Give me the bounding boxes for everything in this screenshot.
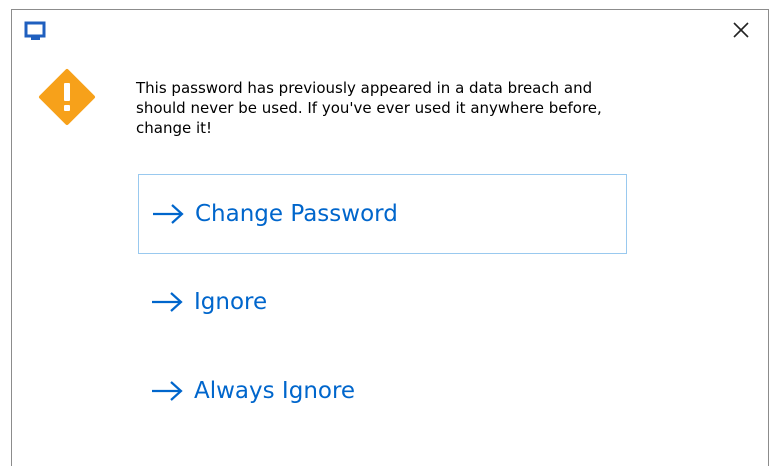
- command-label: Change Password: [195, 201, 398, 227]
- always-ignore-button[interactable]: Always Ignore: [138, 351, 627, 431]
- arrow-right-icon: [152, 381, 183, 401]
- dialog-window: This password has previously appeared in…: [11, 9, 769, 466]
- message-line: should never be used. If you've ever use…: [136, 99, 602, 117]
- close-icon: [733, 22, 749, 38]
- command-label: Always Ignore: [194, 378, 356, 404]
- close-button[interactable]: [728, 17, 754, 43]
- command-label: Ignore: [194, 289, 268, 315]
- message-line: change it!: [136, 119, 213, 137]
- app-window-icon: [24, 20, 48, 42]
- message-text: This password has previously appeared in…: [136, 78, 656, 138]
- warning-icon: [38, 68, 96, 126]
- message-line: This password has previously appeared in…: [136, 79, 593, 97]
- change-password-button[interactable]: Change Password: [138, 174, 627, 254]
- arrow-right-icon: [152, 292, 183, 312]
- ignore-button[interactable]: Ignore: [138, 262, 627, 342]
- arrow-right-icon: [153, 204, 184, 224]
